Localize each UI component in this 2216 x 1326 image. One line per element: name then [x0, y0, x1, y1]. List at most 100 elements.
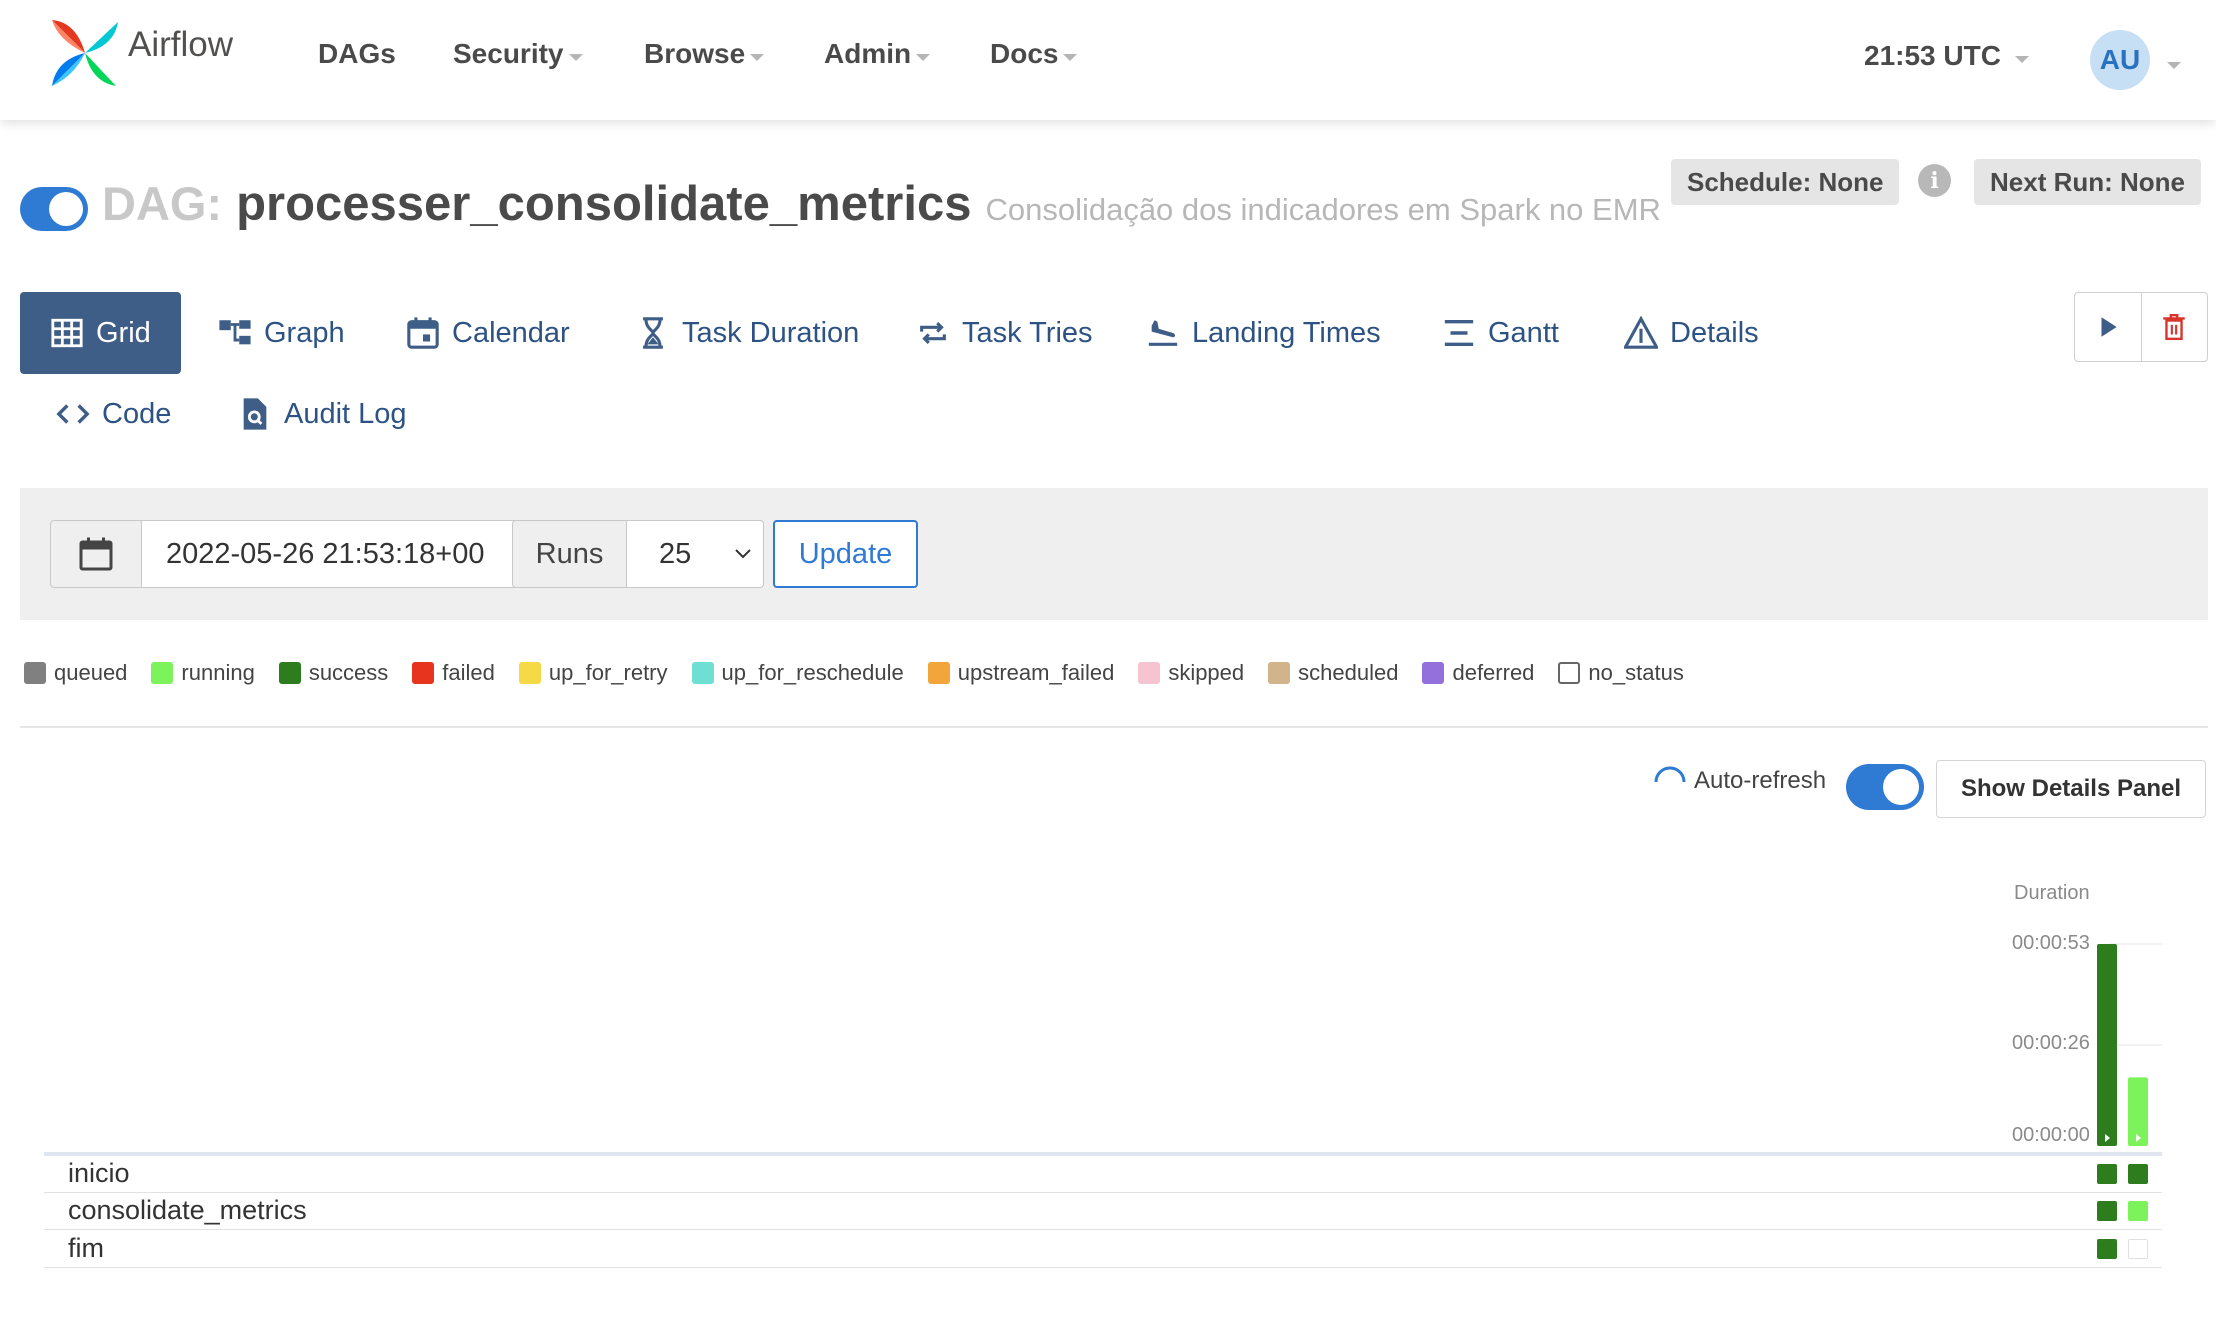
duration-tick-zero: 00:00:00 [2012, 1124, 2090, 1146]
legend-item-up-for-retry[interactable]: up_for_retry [518, 660, 668, 686]
tab-task-duration[interactable]: Task Duration [628, 292, 867, 374]
legend-label: no_status [1588, 660, 1684, 685]
legend-item-queued[interactable]: queued [24, 660, 127, 686]
legend-swatch [151, 662, 174, 684]
nav-docs[interactable]: Docs [990, 38, 1078, 70]
grid-icon [51, 318, 83, 348]
legend-item-failed[interactable]: failed [412, 660, 495, 686]
task-instance-running[interactable] [2128, 1201, 2148, 1221]
user-avatar[interactable]: AU [2090, 30, 2150, 90]
tab-grid[interactable]: Grid [20, 292, 181, 374]
timezone-clock[interactable]: 21:53 UTC [1864, 40, 2029, 72]
task-name[interactable]: inicio [68, 1158, 130, 1189]
play-icon [2101, 317, 2117, 337]
nav-dags[interactable]: DAGs [318, 38, 396, 70]
tab-graph[interactable]: Graph [210, 292, 353, 374]
dag-title: DAG: processer_consolidate_metrics Conso… [102, 176, 1661, 232]
update-button[interactable]: Update [773, 520, 918, 588]
brand-name: Airflow [128, 25, 234, 64]
task-name[interactable]: consolidate_metrics [68, 1195, 307, 1226]
show-details-panel-button[interactable]: Show Details Panel [1936, 760, 2206, 818]
legend-label: skipped [1168, 660, 1245, 685]
num-runs-select[interactable]: 25 [626, 520, 764, 588]
code-icon [56, 404, 90, 424]
auto-refresh-control: Auto-refresh [1650, 764, 1826, 798]
legend-swatch [278, 662, 301, 684]
task-name[interactable]: fim [68, 1233, 104, 1264]
task-instance-success[interactable] [2097, 1164, 2117, 1184]
legend-item-running[interactable]: running [151, 660, 255, 686]
nav-security[interactable]: Security [453, 38, 583, 70]
chevron-down-icon [735, 549, 751, 559]
avatar-caret-down-icon[interactable] [2167, 62, 2181, 69]
tab-details[interactable]: Details [1616, 292, 1767, 374]
legend-item-scheduled[interactable]: scheduled [1268, 660, 1398, 686]
nav-browse[interactable]: Browse [644, 38, 765, 70]
nav-admin-label: Admin [824, 38, 912, 69]
tab-landing-times[interactable]: Landing Times [1138, 292, 1389, 374]
delete-dag-button[interactable] [2142, 293, 2208, 361]
auto-refresh-toggle[interactable] [1846, 764, 1924, 810]
caret-down-icon [568, 53, 583, 61]
tab-gantt[interactable]: Gantt [1434, 292, 1567, 374]
hourglass-icon [643, 317, 663, 349]
tab-audit-log[interactable]: Audit Log [230, 373, 415, 455]
base-date-input[interactable]: 2022-05-26 21:53:18+00 [141, 520, 523, 588]
tab-grid-label: Grid [96, 316, 151, 349]
task-instance-success[interactable] [2097, 1239, 2117, 1259]
duration-bar-1[interactable] [2097, 944, 2117, 1146]
legend-item-skipped[interactable]: skipped [1138, 660, 1244, 686]
tab-details-label: Details [1670, 316, 1759, 349]
duration-tick-mid: 00:00:26 [2012, 1032, 2090, 1054]
top-navbar: Airflow DAGs Security Browse Admin Docs … [0, 0, 2216, 120]
warning-triangle-icon [1624, 316, 1658, 349]
task-row[interactable]: consolidate_metrics [44, 1193, 2162, 1230]
legend-swatch [518, 662, 541, 684]
dag-description: Consolidação dos indicadores em Spark no… [985, 192, 1661, 227]
tab-audit-log-label: Audit Log [284, 397, 407, 430]
tab-code-label: Code [102, 397, 172, 430]
tab-calendar[interactable]: Calendar [398, 292, 578, 374]
legend-item-upstream-failed[interactable]: upstream_failed [927, 660, 1115, 686]
dag-pause-toggle[interactable] [20, 187, 88, 231]
legend-item-success[interactable]: success [278, 660, 388, 686]
task-row[interactable]: fim [44, 1231, 2162, 1268]
legend-label: running [181, 660, 255, 685]
caret-down-icon [2014, 55, 2029, 63]
legend-label: scheduled [1298, 660, 1399, 685]
trash-icon [2163, 313, 2186, 341]
nav-admin[interactable]: Admin [824, 38, 931, 70]
legend-item-deferred[interactable]: deferred [1422, 660, 1534, 686]
legend-label: up_for_reschedule [721, 660, 904, 685]
info-icon[interactable]: i [1918, 164, 1951, 197]
repeat-icon [920, 321, 946, 345]
legend-swatch [412, 662, 435, 684]
legend-label: upstream_failed [957, 660, 1115, 685]
legend-swatch [1268, 662, 1291, 684]
num-runs-value: 25 [659, 537, 692, 570]
dag-name[interactable]: processer_consolidate_metrics [236, 176, 971, 232]
caret-down-icon [750, 53, 765, 61]
dag-prefix: DAG: [102, 177, 223, 230]
divider [20, 726, 2208, 728]
state-legend: queued running success failed up_for_retry up… [24, 658, 1708, 688]
airflow-pinwheel-icon [52, 20, 118, 86]
task-row[interactable]: inicio [44, 1156, 2162, 1193]
tab-code[interactable]: Code [48, 373, 179, 455]
tab-task-tries[interactable]: Task Tries [908, 292, 1101, 374]
tab-task-duration-label: Task Duration [682, 316, 860, 349]
legend-item-no-status[interactable]: no_status [1558, 660, 1684, 686]
date-picker-button[interactable] [50, 520, 142, 588]
nav-docs-label: Docs [990, 38, 1059, 69]
duration-bar-2[interactable] [2128, 1077, 2148, 1146]
legend-label: queued [54, 660, 128, 685]
trigger-dag-button[interactable] [2075, 293, 2142, 361]
legend-swatch [1138, 662, 1161, 684]
legend-item-up-for-reschedule[interactable]: up_for_reschedule [691, 660, 904, 686]
airflow-logo[interactable]: Airflow [48, 16, 233, 90]
calendar-icon [407, 317, 439, 349]
clock-label: 21:53 UTC [1864, 40, 2001, 71]
task-instance-no-status[interactable] [2128, 1239, 2148, 1259]
task-instance-success[interactable] [2097, 1201, 2117, 1221]
task-instance-success[interactable] [2128, 1164, 2148, 1184]
